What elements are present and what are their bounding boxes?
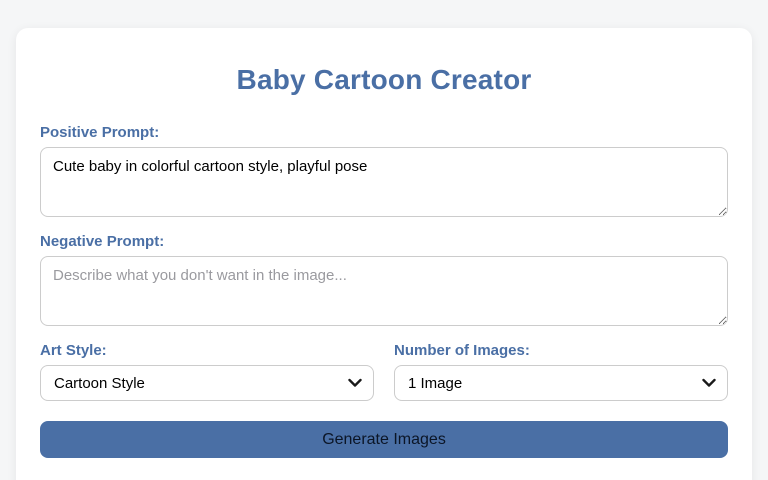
- page-background: { "header": { "title": "Baby Cartoon Cre…: [0, 28, 768, 480]
- negative-prompt-input[interactable]: [40, 256, 728, 326]
- number-of-images-group: Number of Images: 1 Image: [394, 342, 728, 401]
- positive-prompt-label: Positive Prompt:: [40, 124, 160, 141]
- negative-prompt-group: Negative Prompt:: [40, 233, 728, 326]
- page-title: Baby Cartoon Creator: [236, 64, 532, 95]
- positive-prompt-group: Positive Prompt: Cute baby in colorful c…: [40, 124, 728, 217]
- main-card: Baby Cartoon Creator Positive Prompt: Cu…: [16, 28, 752, 480]
- controls-row: Art Style: Cartoon Style Number of Image…: [40, 342, 728, 401]
- art-style-select-wrap: Cartoon Style: [40, 365, 374, 401]
- number-of-images-label: Number of Images:: [394, 342, 530, 359]
- art-style-group: Art Style: Cartoon Style: [40, 342, 374, 401]
- art-style-label: Art Style:: [40, 342, 107, 359]
- number-of-images-select-wrap: 1 Image: [394, 365, 728, 401]
- art-style-select[interactable]: Cartoon Style: [40, 365, 374, 401]
- number-of-images-select[interactable]: 1 Image: [394, 365, 728, 401]
- positive-prompt-input[interactable]: Cute baby in colorful cartoon style, pla…: [40, 147, 728, 217]
- generate-images-button[interactable]: Generate Images: [40, 421, 728, 458]
- negative-prompt-label: Negative Prompt:: [40, 233, 165, 250]
